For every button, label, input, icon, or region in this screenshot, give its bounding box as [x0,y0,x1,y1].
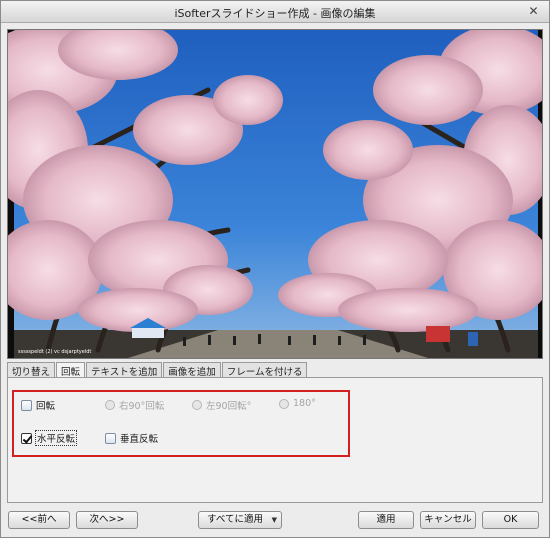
chevron-down-icon[interactable]: ▼ [272,512,277,528]
cherry-blossom-photo: ssssspeldt (2) vc dsjarptyeldt [8,30,542,358]
apply-all-button[interactable]: すべてに適用 ▼ [198,511,282,529]
rotate-label: 回転 [36,401,56,412]
tab-transition[interactable]: 切り替え [7,362,56,378]
cancel-button[interactable]: キャンセル [420,511,476,529]
rotate-left-90-radio[interactable] [192,400,202,410]
rotate-right-90-radio[interactable] [105,400,115,410]
tab-add-image[interactable]: 画像を追加 [163,362,221,378]
close-icon[interactable]: ✕ [526,4,541,19]
window-title: iSofterスライドショー作成 - 画像の編集 [174,7,376,20]
horizontal-flip-option[interactable]: 水平反転 [21,430,78,446]
rotate-180-label: 180° [293,398,316,409]
horizontal-flip-checkbox[interactable] [21,432,32,444]
ok-button[interactable]: OK [482,511,539,529]
tab-add-text[interactable]: テキストを追加 [86,362,163,378]
rotate-left-90-option[interactable]: 左90回転° [192,398,251,412]
photo-watermark: ssssspeldt (2) vc dsjarptyeldt [18,349,91,355]
rotate-checkbox[interactable] [21,399,32,411]
vertical-flip-checkbox[interactable] [105,432,116,444]
previous-button[interactable]: <<前へ [8,511,70,529]
vertical-flip-label: 垂直反転 [120,434,159,445]
rotate-option[interactable]: 回転 [21,398,55,412]
apply-button[interactable]: 適用 [358,511,414,529]
rotate-left-90-label: 左90回転° [206,401,252,412]
horizontal-flip-label: 水平反転 [34,430,78,446]
vertical-flip-option[interactable]: 垂直反転 [105,431,158,445]
title-bar: iSofterスライドショー作成 - 画像の編集 ✕ [1,1,549,23]
rotate-right-90-label: 右90°回転 [119,401,165,412]
rotate-180-option[interactable]: 180° [279,398,316,409]
tab-bar: 切り替え 回転 テキストを追加 画像を追加 フレームを付ける [7,362,308,379]
image-preview: ssssspeldt (2) vc dsjarptyeldt [7,29,543,359]
rotate-180-radio[interactable] [279,398,289,409]
rotate-right-90-option[interactable]: 右90°回転 [105,398,164,412]
tab-add-frame[interactable]: フレームを付ける [221,362,308,378]
apply-all-label: すべてに適用 [207,514,263,525]
edit-image-window: iSofterスライドショー作成 - 画像の編集 ✕ ssssspeldt (2… [0,0,550,538]
next-button[interactable]: 次へ>> [76,511,138,529]
